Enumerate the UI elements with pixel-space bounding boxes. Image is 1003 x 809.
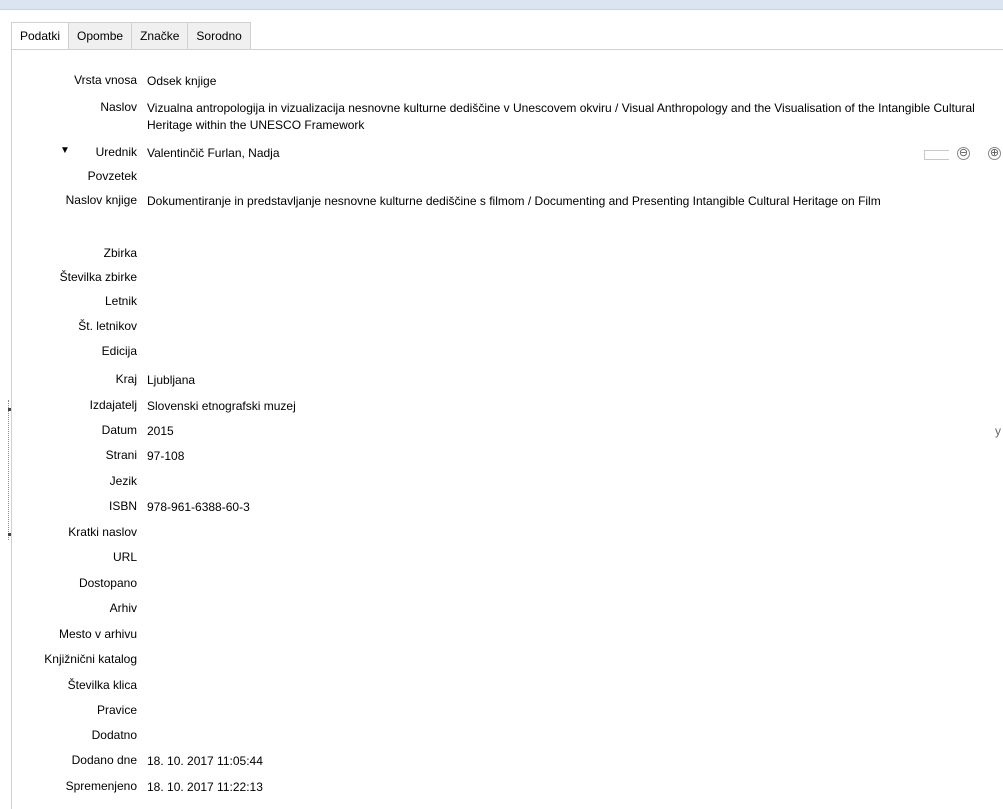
place-value[interactable]: Ljubljana <box>147 372 1003 389</box>
field-label: Izdajatelj <box>89 398 137 412</box>
modified-value: 18. 10. 2017 11:22:13 <box>147 780 263 794</box>
tab-opombe[interactable]: Opombe <box>69 22 133 50</box>
field-label: Mesto v arhivu <box>58 627 137 641</box>
field-label: Številka zbirke <box>59 270 137 284</box>
field-label: Spremenjeno <box>65 779 137 793</box>
splitter-grip-top <box>8 408 11 411</box>
plus-circle-icon[interactable]: ⊕ <box>988 147 1001 160</box>
pages-value[interactable]: 97-108 <box>147 448 1003 465</box>
pane-splitter[interactable] <box>8 400 10 540</box>
tab-znacke[interactable]: Značke <box>132 22 189 50</box>
chevron-down-icon[interactable]: ▼ <box>60 145 70 156</box>
tab-sorodno[interactable]: Sorodno <box>188 22 251 50</box>
creator-mode-switch[interactable] <box>924 150 949 160</box>
isbn-value[interactable]: 978-961-6388-60-3 <box>147 499 1003 516</box>
field-label: Številka klica <box>67 678 137 692</box>
field-label: Vrsta vnosa <box>74 73 137 87</box>
field-label: Strani <box>105 448 137 462</box>
date-format-indicator: y <box>995 424 1001 438</box>
tab-podatki[interactable]: Podatki <box>11 22 70 50</box>
window-top-bar <box>0 0 1003 10</box>
field-label: Kraj <box>115 372 137 386</box>
item-type-value[interactable]: Odsek knjige <box>147 73 1003 90</box>
field-label: Letnik <box>104 294 137 308</box>
date-added-value: 18. 10. 2017 11:05:44 <box>147 754 263 768</box>
title-value[interactable]: Vizualna antropologija in vizualizacija … <box>147 100 1003 134</box>
field-label: Št. letnikov <box>78 319 137 333</box>
field-label: Edicija <box>101 344 137 358</box>
field-label: URL <box>112 550 137 564</box>
field-label: Naslov <box>100 100 137 114</box>
minus-circle-icon[interactable]: ⊖ <box>957 147 970 160</box>
splitter-grip-bottom <box>8 533 11 536</box>
field-label: Kratki naslov <box>68 525 137 539</box>
field-label: Pravice <box>96 703 137 717</box>
field-label: Knjižnični katalog <box>44 652 137 666</box>
field-label: Povzetek <box>87 169 137 183</box>
field-label: Dostopano <box>78 576 137 590</box>
field-label: ISBN <box>108 499 137 513</box>
tab-bar: Podatki Opombe Značke Sorodno <box>11 22 251 50</box>
creator-type-label[interactable]: Urednik <box>96 145 137 159</box>
field-label: Datum <box>101 423 137 437</box>
book-title-value[interactable]: Dokumentiranje in predstavljanje nesnovn… <box>147 193 1003 210</box>
publisher-value[interactable]: Slovenski etnografski muzej <box>147 398 1003 415</box>
field-label: Dodano dne <box>71 753 137 767</box>
field-label: Dodatno <box>91 728 137 742</box>
field-label: Jezik <box>109 474 137 488</box>
field-label: Naslov knjige <box>65 193 137 207</box>
editor-value[interactable]: Valentinčič Furlan, Nadja <box>147 145 1003 162</box>
field-label: Arhiv <box>109 601 137 615</box>
date-value[interactable]: 2015 <box>147 423 1003 440</box>
field-label: Zbirka <box>103 246 137 260</box>
